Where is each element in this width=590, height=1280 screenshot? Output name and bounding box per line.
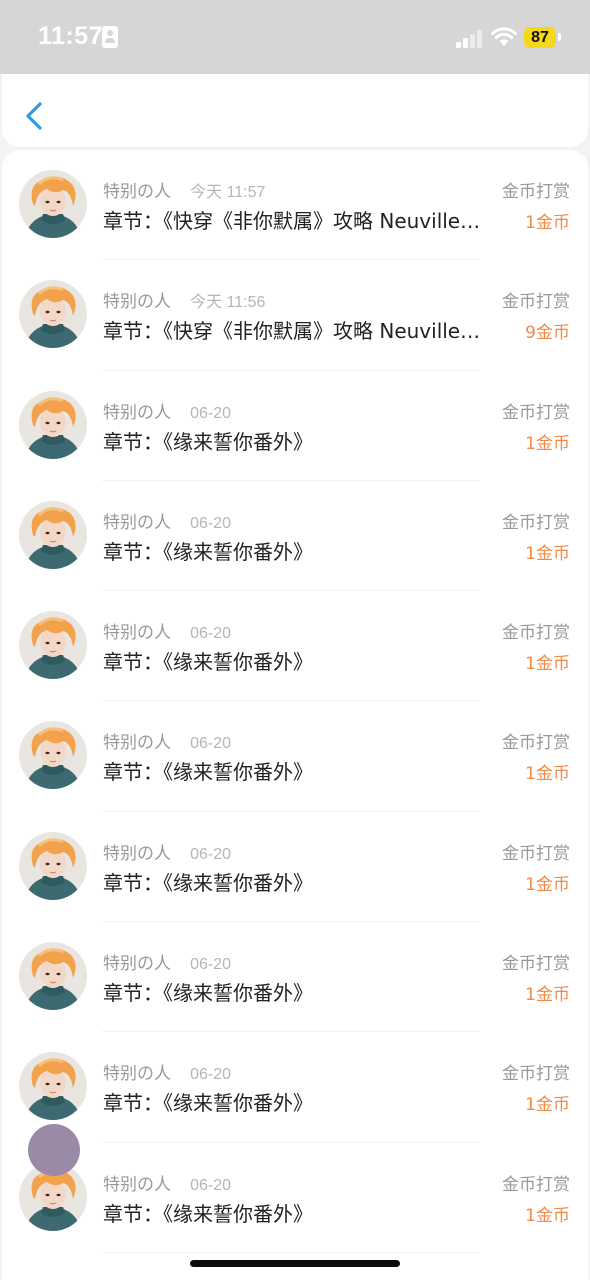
timestamp: 06-20 [190,1176,232,1194]
avatar [19,170,87,238]
reward-type-label: 金币打赏 [502,402,570,423]
id-card-icon [102,26,118,48]
timestamp: 06-20 [190,404,232,422]
battery-level: 87 [524,27,556,48]
list-item[interactable]: 特别の人 06-20 章节：《缘来誓你番外》 金币打赏 1金币 [2,812,588,923]
avatar [19,500,87,569]
cellular-signal-icon [456,28,484,48]
username: 特别の人 [103,182,171,202]
username: 特别の人 [103,954,171,975]
reward-amount: 1金币 [525,1205,570,1226]
reward-amount: 1金币 [525,764,570,785]
nav-bar [2,74,588,147]
username: 特别の人 [103,402,171,423]
reward-type-label: 金币打赏 [502,1174,570,1195]
reward-type-label: 金币打赏 [502,843,570,864]
list-item[interactable]: 特别の人 06-20 章节：《缘来誓你番外》 金币打赏 1金币 [2,1032,588,1143]
reward-amount: 1金币 [525,433,570,454]
chapter-title: 章节：《快穿《非你默属》攻略 Neuvillette》 [103,209,483,233]
avatar [19,611,87,680]
reward-amount: 9金币 [525,323,570,344]
chapter-title: 章节：《缘来誓你番外》 [103,429,313,454]
username: 特别の人 [103,512,171,533]
timestamp: 今天 11:57 [190,184,266,201]
status-time: 11:57 [38,22,104,50]
username: 特别の人 [103,1174,171,1195]
list-item[interactable]: 特别の人 今天 11:57 章节：《快穿《非你默属》攻略 Neuvillette… [2,150,588,261]
chapter-title: 章节：《缘来誓你番外》 [103,760,313,785]
chevron-left-icon [26,102,42,130]
chapter-title: 章节：《快穿《非你默属》攻略 Neuvillette》 [103,319,483,344]
reward-type-label: 金币打赏 [502,623,570,644]
reward-amount: 1金币 [525,1095,570,1116]
list-item[interactable]: 特别の人 06-20 章节：《缘来誓你番外》 金币打赏 1金币 [2,922,588,1033]
username: 特别の人 [103,623,171,644]
reward-amount: 1金币 [525,654,570,675]
chapter-title: 章节：《缘来誓你番外》 [103,539,313,564]
avatar [19,280,87,349]
chapter-title: 章节：《缘来誓你番外》 [103,981,313,1006]
list-item[interactable]: 特别の人 今天 11:56 章节：《快穿《非你默属》攻略 Neuvillette… [2,260,588,371]
timestamp: 06-20 [190,1066,232,1084]
avatar [19,1052,87,1121]
chapter-title: 章节：《缘来誓你番外》 [103,650,313,675]
reward-amount: 1金币 [525,874,570,895]
avatar [19,942,87,1011]
avatar [19,390,87,459]
reward-type-label: 金币打赏 [502,1064,570,1085]
avatar [19,831,87,900]
back-button[interactable] [18,96,52,136]
chapter-title: 章节：《缘来誓你番外》 [103,1201,313,1226]
reward-type-label: 金币打赏 [502,182,570,202]
reward-list: 特别の人 今天 11:57 章节：《快穿《非你默属》攻略 Neuvillette… [2,150,588,1280]
timestamp: 06-20 [190,625,232,643]
username: 特别の人 [103,843,171,864]
username: 特别の人 [103,292,171,313]
list-item[interactable]: 特别の人 06-20 章节：《缘来誓你番外》 金币打赏 1金币 [2,701,588,813]
reward-amount: 1金币 [525,543,570,564]
wifi-icon [491,27,517,46]
avatar [19,721,87,790]
chapter-title: 章节：《缘来誓你番外》 [103,1091,313,1116]
reward-amount: 1金币 [525,213,570,233]
reward-type-label: 金币打赏 [502,292,570,313]
username: 特别の人 [103,733,171,754]
reward-amount: 1金币 [525,985,570,1006]
status-bar: 11:57 87 [0,0,590,74]
timestamp: 06-20 [190,514,232,532]
list-item[interactable]: 特别の人 06-20 章节：《缘来誓你番外》 金币打赏 1金币 [2,481,588,592]
timestamp: 今天 11:56 [190,294,266,312]
home-indicator[interactable] [190,1260,400,1267]
username: 特别の人 [103,1064,171,1085]
timestamp: 06-20 [190,956,232,974]
chapter-title: 章节：《缘来誓你番外》 [103,870,313,895]
reward-type-label: 金币打赏 [502,733,570,754]
battery-cap [558,33,561,41]
list-item[interactable]: 特别の人 06-20 章节：《缘来誓你番外》 金币打赏 1金币 [2,591,588,702]
timestamp: 06-20 [190,735,232,753]
timestamp: 06-20 [190,845,232,863]
list-item[interactable]: 特别の人 06-20 章节：《缘来誓你番外》 金币打赏 1金币 [2,371,588,482]
avatar [28,1124,80,1176]
reward-type-label: 金币打赏 [502,512,570,533]
list-item[interactable]: 特别の人 06-20 章节：《缘来誓你番外》 金币打赏 1金币 [2,1143,588,1254]
reward-type-label: 金币打赏 [502,954,570,975]
